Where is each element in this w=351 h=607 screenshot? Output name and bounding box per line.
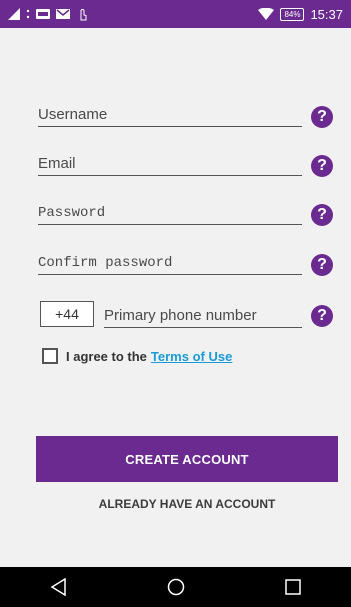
country-code-input[interactable]: +44 — [40, 301, 94, 327]
username-help-icon[interactable]: ? — [311, 106, 333, 128]
create-account-label: CREATE ACCOUNT — [125, 451, 249, 467]
confirm-password-input[interactable] — [38, 255, 302, 271]
password-field-container — [38, 196, 302, 225]
already-have-account-link[interactable]: ALREADY HAVE AN ACCOUNT — [36, 497, 338, 511]
help-label: ? — [317, 307, 327, 324]
back-icon[interactable] — [39, 567, 79, 607]
username-input[interactable] — [38, 106, 302, 123]
phone-help-icon[interactable]: ? — [311, 305, 333, 327]
help-label: ? — [317, 157, 327, 174]
email-help-icon[interactable]: ? — [311, 155, 333, 177]
terms-of-use-link[interactable]: Terms of Use — [151, 349, 232, 364]
password-input[interactable] — [38, 205, 302, 221]
password-help-icon[interactable]: ? — [311, 204, 333, 226]
email-input[interactable] — [38, 155, 302, 172]
help-label: ? — [317, 256, 327, 273]
confirm-password-help-icon[interactable]: ? — [311, 254, 333, 276]
terms-checkbox[interactable] — [42, 348, 58, 364]
username-field-container — [38, 98, 302, 127]
navigation-bar — [0, 567, 351, 607]
country-code-value: +44 — [55, 306, 79, 322]
terms-row: I agree to the Terms of Use — [42, 348, 232, 364]
help-label: ? — [317, 108, 327, 125]
create-account-button[interactable]: CREATE ACCOUNT — [36, 436, 338, 482]
email-field-container — [38, 147, 302, 176]
signup-form: ? ? ? ? +44 ? I agree to the Terms of Us… — [0, 0, 351, 607]
recents-icon[interactable] — [273, 567, 313, 607]
already-have-account-label: ALREADY HAVE AN ACCOUNT — [98, 497, 276, 511]
confirm-password-field-container — [38, 246, 302, 275]
home-icon[interactable] — [156, 567, 196, 607]
terms-prefix: I agree to the — [66, 348, 147, 364]
help-label: ? — [317, 206, 327, 223]
phone-field-container — [104, 299, 302, 328]
phone-input[interactable] — [104, 307, 302, 324]
